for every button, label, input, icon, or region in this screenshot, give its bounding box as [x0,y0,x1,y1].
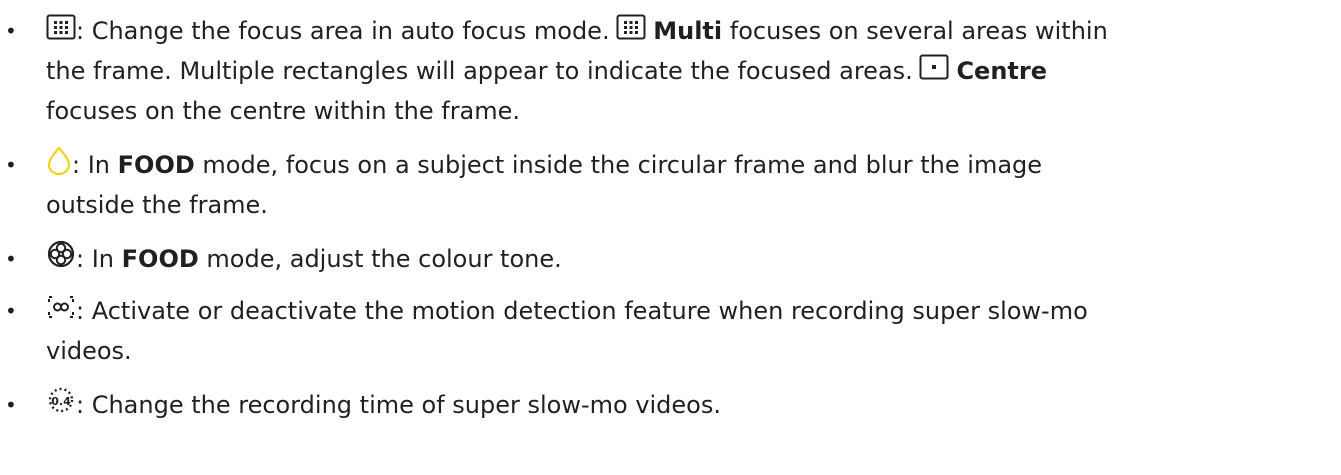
item2-text-b: mode, focus on a subject inside the circ… [202,151,1043,179]
multi-focus-grid-icon [46,12,76,52]
item1-text-a: : Change the focus area in auto focus mo… [76,17,610,45]
item3-text-b: mode, adjust the colour tone. [206,245,562,273]
multi-focus-grid-icon [616,12,646,52]
item1-text-d: focuses on the centre within the frame. [46,97,521,125]
circular-frame-icon [46,145,72,187]
bullet: • [5,153,17,177]
centre-label: Centre [956,57,1047,85]
item2-line1: : In FOOD mode, focus on a subject insid… [46,145,1042,187]
food-label: FOOD [121,245,199,273]
recording-time-icon: 0.4 [46,386,76,426]
bullet: • [5,19,17,43]
colour-tone-icon [46,239,76,281]
centre-focus-icon [919,52,949,92]
multi-label: Multi [653,17,723,45]
item4-text-a: : Activate or deactivate the motion dete… [76,297,1088,325]
item3-line1: : In FOOD mode, adjust the colour tone. [46,239,562,281]
item4-line2: videos. [46,331,132,371]
bullet: • [5,299,17,323]
item5-line1: 0.4 : Change the recording time of super… [46,385,721,426]
item2-text-a: : In [72,151,111,179]
item2-line2: outside the frame. [46,185,268,225]
item3-text-a: : In [76,245,115,273]
bullet: • [5,393,17,417]
motion-detection-icon [46,292,76,332]
bullet: • [5,247,17,271]
item1-line3: focuses on the centre within the frame. [46,91,520,131]
item5-text-a: : Change the recording time of super slo… [76,391,721,419]
item4-line1: : Activate or deactivate the motion dete… [46,291,1088,332]
item4-text-b: videos. [46,337,132,365]
item1-text-b: focuses on several areas within [729,17,1108,45]
recording-time-icon-label: 0.4 [51,395,71,408]
food-label: FOOD [117,151,195,179]
item2-text-c: outside the frame. [46,191,268,219]
item1-text-c: the frame. Multiple rectangles will appe… [46,57,913,85]
item1-line2: the frame. Multiple rectangles will appe… [46,51,1047,92]
item1-line1: : Change the focus area in auto focus mo… [46,11,1108,52]
